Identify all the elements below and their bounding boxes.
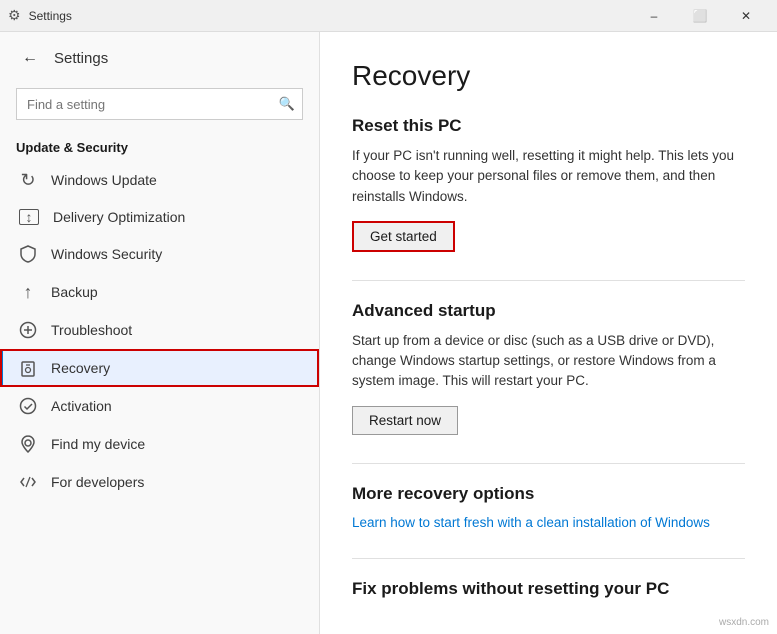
for-developers-icon [19, 473, 37, 491]
search-input[interactable] [16, 88, 303, 120]
divider-1 [352, 280, 745, 281]
back-icon: ← [22, 49, 38, 67]
sidebar-item-backup[interactable]: ↑ Backup [0, 273, 319, 311]
sidebar-item-label: Windows Security [51, 246, 162, 262]
maximize-button[interactable]: ⬜ [677, 0, 723, 32]
advanced-startup-title: Advanced startup [352, 301, 745, 321]
find-my-device-icon [19, 435, 37, 453]
sidebar-item-find-my-device[interactable]: Find my device [0, 425, 319, 463]
sidebar-item-label: Delivery Optimization [53, 209, 185, 225]
get-started-button[interactable]: Get started [352, 221, 455, 252]
divider-3 [352, 558, 745, 559]
sidebar-item-label: Find my device [51, 436, 145, 452]
section-reset-pc: Reset this PC If your PC isn't running w… [352, 116, 745, 252]
restart-now-button[interactable]: Restart now [352, 406, 458, 435]
section-more-recovery: More recovery options Learn how to start… [352, 484, 745, 530]
sidebar-item-troubleshoot[interactable]: Troubleshoot [0, 311, 319, 349]
backup-icon: ↑ [19, 283, 37, 301]
activation-icon [19, 397, 37, 415]
fix-problems-title: Fix problems without resetting your PC [352, 579, 745, 599]
advanced-startup-desc: Start up from a device or disc (such as … [352, 331, 745, 392]
sidebar-item-label: For developers [51, 474, 144, 490]
app-icon: ⚙ [8, 7, 21, 24]
windows-security-icon [19, 245, 37, 263]
minimize-button[interactable]: – [631, 0, 677, 32]
windows-update-icon: ↻ [19, 171, 37, 189]
reset-pc-desc: If your PC isn't running well, resetting… [352, 146, 745, 207]
search-icon: 🔍 [279, 96, 295, 112]
watermark: wsxdn.com [719, 617, 769, 628]
sidebar: ← Settings 🔍 Update & Security ↻ Windows… [0, 32, 320, 634]
app-body: ← Settings 🔍 Update & Security ↻ Windows… [0, 32, 777, 634]
close-button[interactable]: ✕ [723, 0, 769, 32]
search-box[interactable]: 🔍 [16, 88, 303, 120]
clean-install-link[interactable]: Learn how to start fresh with a clean in… [352, 515, 710, 530]
sidebar-item-windows-security[interactable]: Windows Security [0, 235, 319, 273]
troubleshoot-icon [19, 321, 37, 339]
content-area: Recovery Reset this PC If your PC isn't … [320, 32, 777, 634]
title-bar-title: Settings [29, 9, 72, 23]
title-bar: ⚙ Settings – ⬜ ✕ [0, 0, 777, 32]
title-bar-controls: – ⬜ ✕ [631, 0, 769, 32]
section-fix-problems: Fix problems without resetting your PC [352, 579, 745, 599]
sidebar-item-label: Activation [51, 398, 112, 414]
sidebar-item-label: Windows Update [51, 172, 157, 188]
divider-2 [352, 463, 745, 464]
sidebar-section-label: Update & Security [0, 132, 319, 161]
sidebar-item-delivery-optimization[interactable]: ↕ Delivery Optimization [0, 199, 319, 235]
reset-pc-title: Reset this PC [352, 116, 745, 136]
sidebar-item-recovery[interactable]: Recovery [0, 349, 319, 387]
sidebar-app-title: Settings [54, 50, 108, 67]
sidebar-item-label: Recovery [51, 360, 110, 376]
sidebar-item-activation[interactable]: Activation [0, 387, 319, 425]
delivery-optimization-icon: ↕ [19, 209, 39, 225]
sidebar-header: ← Settings [0, 32, 319, 80]
sidebar-item-windows-update[interactable]: ↻ Windows Update [0, 161, 319, 199]
recovery-icon [19, 359, 37, 377]
back-button[interactable]: ← [16, 44, 44, 72]
section-advanced-startup: Advanced startup Start up from a device … [352, 301, 745, 435]
sidebar-item-for-developers[interactable]: For developers [0, 463, 319, 501]
more-recovery-title: More recovery options [352, 484, 745, 504]
title-bar-left: ⚙ Settings [8, 7, 72, 24]
sidebar-item-label: Troubleshoot [51, 322, 132, 338]
page-title: Recovery [352, 60, 745, 92]
sidebar-item-label: Backup [51, 284, 98, 300]
